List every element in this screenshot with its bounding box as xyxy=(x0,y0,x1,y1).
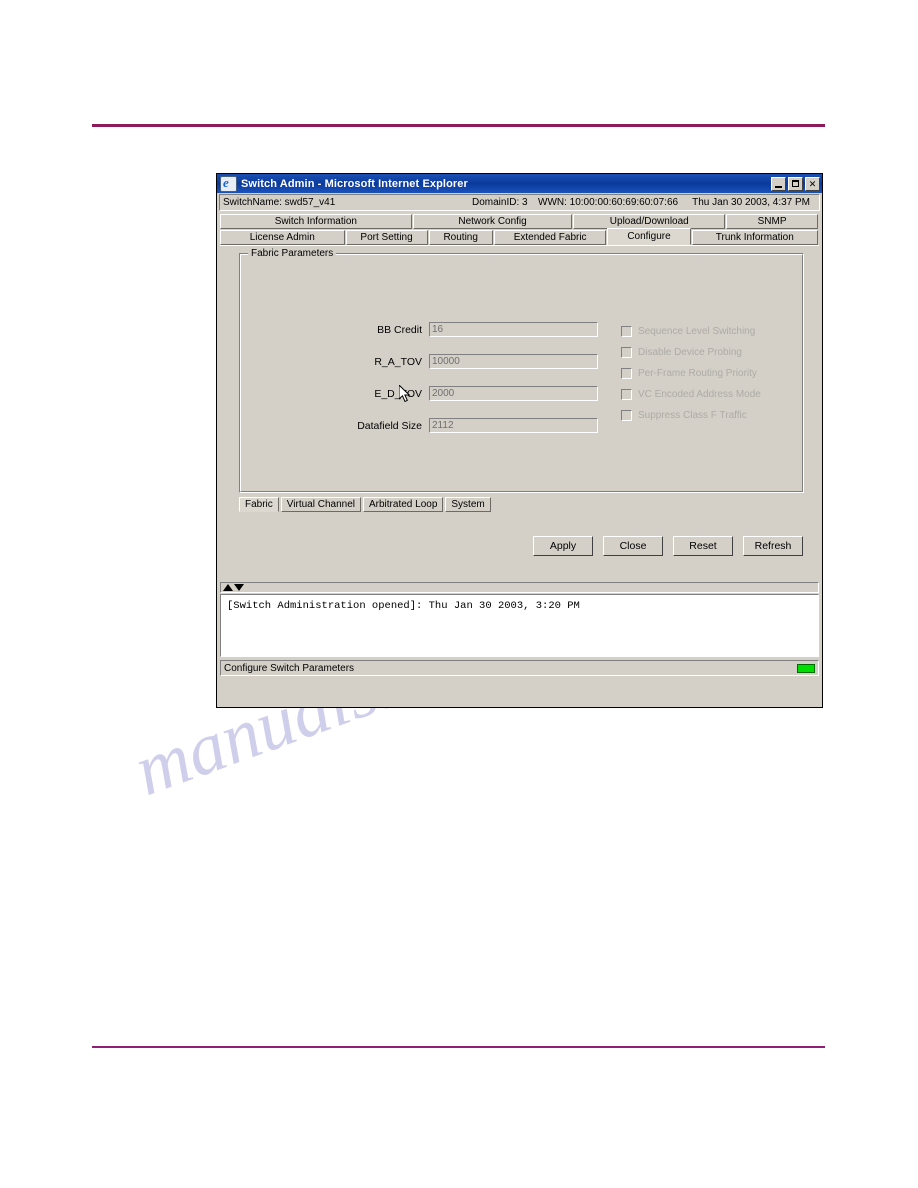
subtab-fabric[interactable]: Fabric xyxy=(239,497,279,512)
tab-configure[interactable]: Configure xyxy=(607,228,691,245)
tab-license-admin[interactable]: License Admin xyxy=(220,230,345,245)
tab-switch-information[interactable]: Switch Information xyxy=(220,214,412,229)
tab-label: Upload/Download xyxy=(609,216,689,227)
subtab-label: Fabric xyxy=(245,499,273,510)
tab-label: Network Config xyxy=(458,216,527,227)
reset-button[interactable]: Reset xyxy=(673,536,733,556)
wwn-label: WWN: 10:00:00:60:69:60:07:66 xyxy=(538,197,679,208)
console-log-line: [Switch Administration opened]: Thu Jan … xyxy=(227,600,580,612)
close-window-button[interactable]: ✕ xyxy=(805,176,820,191)
sequence-level-switching-checkbox[interactable] xyxy=(621,326,632,337)
fabric-parameters-legend: Fabric Parameters xyxy=(248,248,337,259)
status-bar: Configure Switch Parameters xyxy=(220,660,819,676)
checkbox-row-suppress-class-f-traffic[interactable]: Suppress Class F Traffic xyxy=(621,410,747,421)
tab-label: SNMP xyxy=(757,216,787,227)
disable-device-probing-label: Disable Device Probing xyxy=(638,347,742,358)
tab-network-config[interactable]: Network Config xyxy=(412,214,573,229)
field-row-ed-tov: E_D_TOV 2000 xyxy=(336,386,598,401)
tab-label: Switch Information xyxy=(274,216,357,227)
switch-info-bar: SwitchName: swd57_v41 DomainID: 3 WWN: 1… xyxy=(219,194,820,211)
sequence-level-switching-label: Sequence Level Switching xyxy=(638,326,756,337)
minimize-button[interactable] xyxy=(771,176,786,191)
scroll-up-icon[interactable] xyxy=(223,584,233,591)
window-title: Switch Admin - Microsoft Internet Explor… xyxy=(241,177,468,190)
tab-trunk-information[interactable]: Trunk Information xyxy=(691,230,819,245)
tab-row-2: License Admin Port Setting Routing Exten… xyxy=(220,228,819,245)
action-buttons: Apply Close Reset Refresh xyxy=(533,536,803,556)
switch-admin-window: Switch Admin - Microsoft Internet Explor… xyxy=(216,173,823,708)
datafield-size-label: Datafield Size xyxy=(357,419,422,432)
tab-label: Trunk Information xyxy=(715,232,794,243)
tab-snmp[interactable]: SNMP xyxy=(726,214,818,229)
bb-credit-label: BB Credit xyxy=(377,323,422,336)
suppress-class-f-traffic-label: Suppress Class F Traffic xyxy=(638,410,747,421)
subtab-virtual-channel[interactable]: Virtual Channel xyxy=(280,497,361,512)
suppress-class-f-traffic-checkbox[interactable] xyxy=(621,410,632,421)
ed-tov-input[interactable]: 2000 xyxy=(429,386,598,401)
field-row-ra-tov: R_A_TOV 10000 xyxy=(336,354,598,369)
subtab-arbitrated-loop[interactable]: Arbitrated Loop xyxy=(363,497,444,512)
configure-panel: Fabric Parameters BB Credit 16 R_A_TOV 1… xyxy=(220,245,819,582)
subtab-system[interactable]: System xyxy=(445,497,491,512)
ra-tov-input[interactable]: 10000 xyxy=(429,354,598,369)
page-rule-bottom xyxy=(92,1046,825,1048)
tab-label: License Admin xyxy=(249,232,315,243)
internet-explorer-icon xyxy=(220,175,237,192)
scroll-down-icon[interactable] xyxy=(234,584,244,591)
maximize-button[interactable] xyxy=(788,176,803,191)
vc-encoded-address-mode-checkbox[interactable] xyxy=(621,389,632,400)
field-row-bb-credit: BB Credit 16 xyxy=(336,322,598,337)
subtab-label: Virtual Channel xyxy=(286,499,355,510)
disable-device-probing-checkbox[interactable] xyxy=(621,347,632,358)
checkbox-row-sequence-level-switching[interactable]: Sequence Level Switching xyxy=(621,326,755,337)
apply-button[interactable]: Apply xyxy=(533,536,593,556)
tab-label: Routing xyxy=(443,232,478,243)
ra-tov-label: R_A_TOV xyxy=(374,355,422,368)
per-frame-routing-priority-checkbox[interactable] xyxy=(621,368,632,379)
parameter-subtabs: Fabric Virtual Channel Arbitrated Loop S… xyxy=(239,497,493,512)
tab-label: Extended Fabric xyxy=(513,232,587,243)
tab-routing[interactable]: Routing xyxy=(428,230,493,245)
status-text: Configure Switch Parameters xyxy=(224,662,355,674)
tab-row-1: Switch Information Network Config Upload… xyxy=(220,214,819,229)
tab-label: Configure xyxy=(627,231,671,242)
switch-name-label: SwitchName: swd57_v41 xyxy=(223,197,336,208)
checkbox-row-disable-device-probing[interactable]: Disable Device Probing xyxy=(621,347,742,358)
tab-port-setting[interactable]: Port Setting xyxy=(345,230,428,245)
subtab-label: System xyxy=(451,499,485,510)
window-titlebar[interactable]: Switch Admin - Microsoft Internet Explor… xyxy=(217,174,822,193)
bb-credit-input[interactable]: 16 xyxy=(429,322,598,337)
subtab-label: Arbitrated Loop xyxy=(369,499,438,510)
field-row-datafield-size: Datafield Size 2112 xyxy=(336,418,598,433)
vc-encoded-address-mode-label: VC Encoded Address Mode xyxy=(638,389,761,400)
tab-extended-fabric[interactable]: Extended Fabric xyxy=(493,230,607,245)
checkbox-row-vc-encoded-address-mode[interactable]: VC Encoded Address Mode xyxy=(621,389,761,400)
tab-strips: Switch Information Network Config Upload… xyxy=(220,214,819,245)
checkbox-row-per-frame-routing-priority[interactable]: Per-Frame Routing Priority xyxy=(621,368,757,379)
refresh-button[interactable]: Refresh xyxy=(743,536,803,556)
window-controls: ✕ xyxy=(771,176,820,191)
close-button[interactable]: Close xyxy=(603,536,663,556)
ed-tov-label: E_D_TOV xyxy=(374,387,422,400)
tab-label: Port Setting xyxy=(360,232,413,243)
domain-id-label: DomainID: 3 xyxy=(472,197,528,208)
status-led-indicator xyxy=(797,663,815,673)
fabric-parameters-group: Fabric Parameters BB Credit 16 R_A_TOV 1… xyxy=(239,248,804,493)
tab-upload-download[interactable]: Upload/Download xyxy=(573,214,726,229)
console-log[interactable]: [Switch Administration opened]: Thu Jan … xyxy=(220,594,819,657)
per-frame-routing-priority-label: Per-Frame Routing Priority xyxy=(638,368,757,379)
datetime-label: Thu Jan 30 2003, 4:37 PM xyxy=(692,197,810,208)
datafield-size-input[interactable]: 2112 xyxy=(429,418,598,433)
console-splitter[interactable] xyxy=(220,582,819,593)
page-rule-top xyxy=(92,124,825,127)
